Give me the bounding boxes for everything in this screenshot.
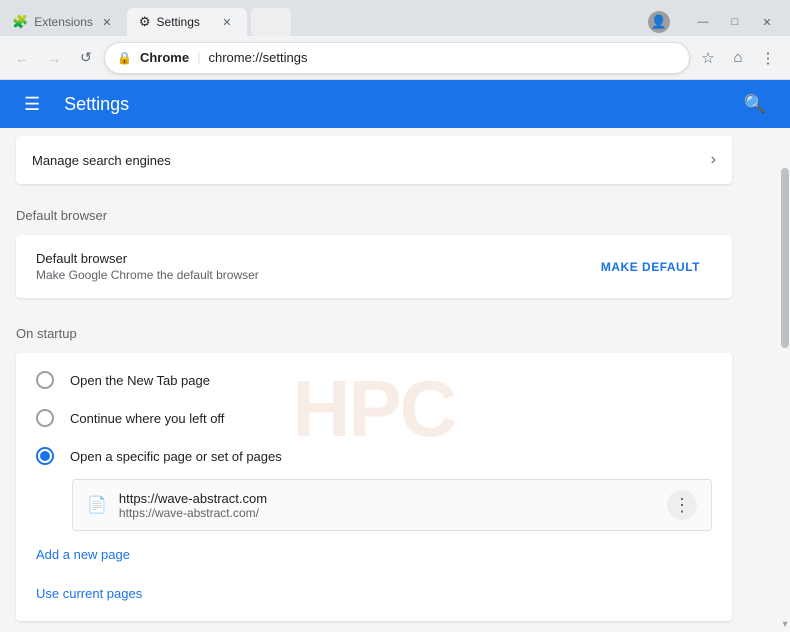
manage-search-engines-row[interactable]: Manage search engines › xyxy=(16,136,732,184)
content-area: HPC Manage search engines › Default brow… xyxy=(0,128,790,632)
maximize-button[interactable]: □ xyxy=(728,15,742,29)
titlebar: 🧩 Extensions ✕ ⚙ Settings ✕ 👤 — □ ✕ xyxy=(0,0,790,36)
more-button[interactable]: ⋮ xyxy=(754,44,782,72)
lock-icon: 🔒 xyxy=(117,51,132,65)
settings-main: HPC Manage search engines › Default brow… xyxy=(0,128,780,632)
tab-settings[interactable]: ⚙ Settings ✕ xyxy=(127,8,247,36)
tabs-area: 🧩 Extensions ✕ ⚙ Settings ✕ xyxy=(0,0,640,36)
manage-search-engines-arrow: › xyxy=(711,151,716,169)
close-button[interactable]: ✕ xyxy=(760,15,774,29)
page-entry-file-icon: 📄 xyxy=(87,495,107,515)
page-entry: 📄 https://wave-abstract.com https://wave… xyxy=(72,479,712,531)
page-entry-text: https://wave-abstract.com https://wave-a… xyxy=(119,491,655,520)
minimize-button[interactable]: — xyxy=(696,15,710,29)
default-browser-card: Default browser Make Google Chrome the d… xyxy=(16,235,732,298)
extensions-tab-icon: 🧩 xyxy=(12,14,28,30)
manage-search-engines-label: Manage search engines xyxy=(32,153,171,168)
window-controls: 👤 — □ ✕ xyxy=(640,0,790,36)
settings-header: ☰ Settings 🔍 xyxy=(0,80,790,128)
add-new-page-link[interactable]: Add a new page xyxy=(16,535,732,574)
settings-tab-icon: ⚙ xyxy=(139,14,151,30)
startup-continue-label: Continue where you left off xyxy=(70,411,224,426)
addressbar: ← → ↺ 🔒 Chrome | chrome://settings ☆ ⌂ ⋮ xyxy=(0,36,790,80)
settings-tab-close[interactable]: ✕ xyxy=(219,14,235,30)
menu-icon[interactable]: ☰ xyxy=(16,86,48,123)
new-tab-area xyxy=(251,8,291,36)
forward-icon: → xyxy=(47,50,61,66)
default-browser-heading: Default browser xyxy=(16,192,732,231)
star-button[interactable]: ☆ xyxy=(694,44,722,72)
startup-new-tab-label: Open the New Tab page xyxy=(70,373,210,388)
radio-specific xyxy=(36,447,54,465)
settings-title: Settings xyxy=(64,94,719,115)
more-icon: ⋮ xyxy=(761,49,776,67)
startup-card: Open the New Tab page Continue where you… xyxy=(16,353,732,621)
default-browser-info: Default browser Make Google Chrome the d… xyxy=(36,251,259,282)
extensions-tab-close[interactable]: ✕ xyxy=(99,14,115,30)
url-bar[interactable]: 🔒 Chrome | chrome://settings xyxy=(104,42,690,74)
back-button[interactable]: ← xyxy=(8,44,36,72)
tab-extensions[interactable]: 🧩 Extensions ✕ xyxy=(0,8,127,36)
refresh-icon: ↺ xyxy=(80,49,92,66)
browser-window: 🧩 Extensions ✕ ⚙ Settings ✕ 👤 — □ ✕ xyxy=(0,0,790,632)
home-icon: ⌂ xyxy=(733,49,742,66)
scrollbar-thumb[interactable] xyxy=(781,168,789,348)
startup-option-specific[interactable]: Open a specific page or set of pages xyxy=(16,437,732,475)
page-entry-more-icon: ⋮ xyxy=(673,495,691,516)
page-entry-url1: https://wave-abstract.com xyxy=(119,491,655,506)
scrollbar-track[interactable]: ▾ xyxy=(780,128,790,632)
settings-content: HPC Manage search engines › Default brow… xyxy=(0,136,748,632)
back-icon: ← xyxy=(15,50,29,66)
header-search-icon[interactable]: 🔍 xyxy=(736,86,774,123)
refresh-button[interactable]: ↺ xyxy=(72,44,100,72)
startup-option-new-tab[interactable]: Open the New Tab page xyxy=(16,361,732,399)
radio-continue xyxy=(36,409,54,427)
make-default-button[interactable]: MAKE DEFAULT xyxy=(589,252,712,282)
addressbar-right: ☆ ⌂ ⋮ xyxy=(694,44,782,72)
profile-icon[interactable]: 👤 xyxy=(648,11,670,33)
radio-new-tab xyxy=(36,371,54,389)
star-icon: ☆ xyxy=(701,49,714,67)
profile-avatar: 👤 xyxy=(651,14,667,30)
page-entry-url2: https://wave-abstract.com/ xyxy=(119,506,655,520)
startup-option-continue[interactable]: Continue where you left off xyxy=(16,399,732,437)
scrollbar-down-arrow[interactable]: ▾ xyxy=(780,616,790,632)
extensions-tab-label: Extensions xyxy=(34,15,93,29)
forward-button[interactable]: → xyxy=(40,44,68,72)
url-text[interactable]: chrome://settings xyxy=(208,50,677,65)
default-browser-subtitle: Make Google Chrome the default browser xyxy=(36,268,259,282)
on-startup-heading: On startup xyxy=(16,310,732,349)
advanced-row[interactable]: Advanced ▾ xyxy=(16,625,732,632)
home-button[interactable]: ⌂ xyxy=(724,44,752,72)
use-current-pages-link[interactable]: Use current pages xyxy=(16,574,732,613)
settings-tab-label: Settings xyxy=(157,15,213,29)
default-browser-title: Default browser xyxy=(36,251,259,266)
startup-specific-label: Open a specific page or set of pages xyxy=(70,449,282,464)
url-separator: | xyxy=(197,50,200,65)
page-entry-more-button[interactable]: ⋮ xyxy=(667,490,697,520)
scrollbar: ▾ xyxy=(780,128,790,632)
chrome-label: Chrome xyxy=(140,50,189,65)
